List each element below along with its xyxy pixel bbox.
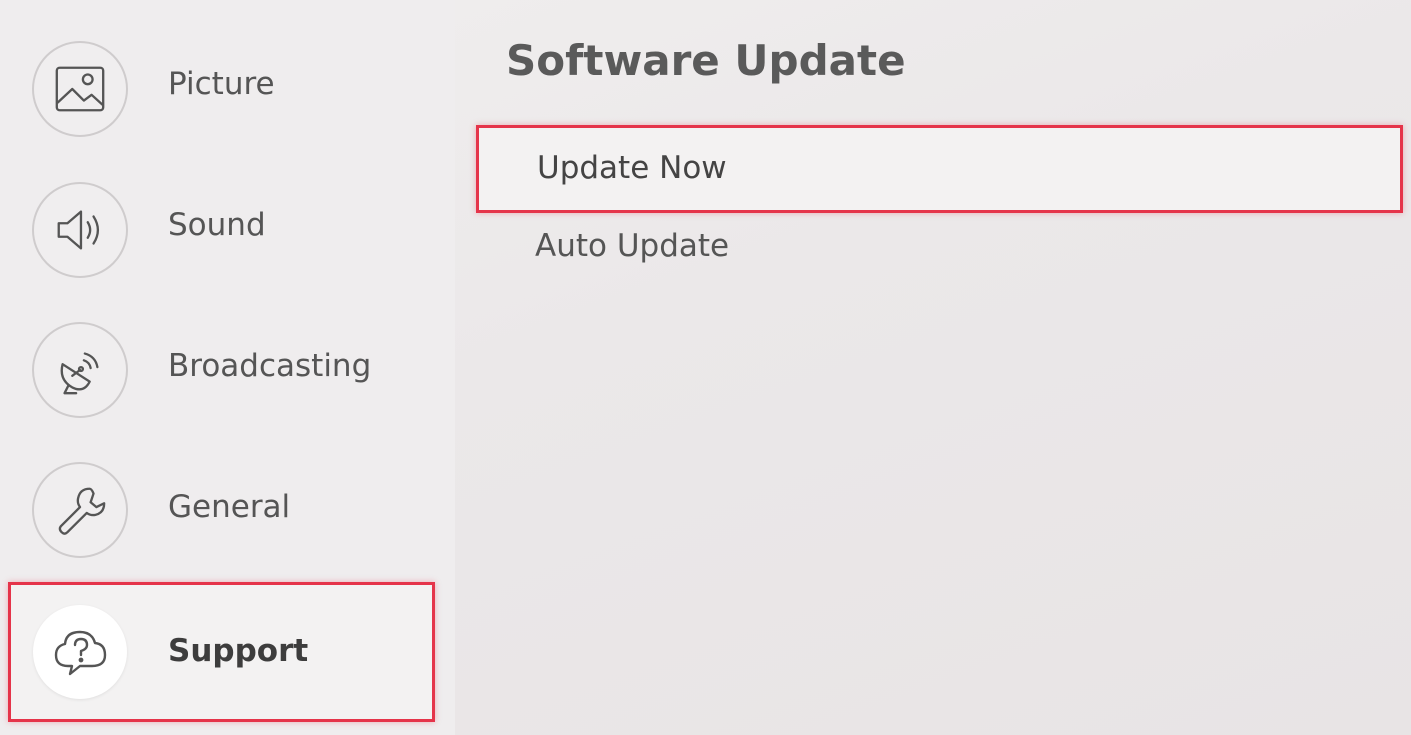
sidebar-item-label: Sound (168, 207, 266, 243)
update-now-option[interactable]: Update Now (476, 125, 1403, 213)
sidebar-item-label: Support (168, 633, 309, 669)
satellite-dish-icon (32, 322, 128, 418)
sidebar-item-label: General (168, 489, 291, 525)
settings-screen: Picture Sound Broadcasting General Suppo… (0, 0, 1411, 735)
page-title: Software Update (506, 36, 906, 85)
panel-background (455, 0, 1411, 735)
speaker-icon (32, 182, 128, 278)
sidebar-item-support[interactable]: Support (8, 582, 435, 722)
auto-update-option[interactable]: Auto Update (535, 228, 729, 264)
update-now-label: Update Now (537, 150, 727, 186)
sidebar-item-label: Broadcasting (168, 348, 372, 384)
wrench-icon (32, 462, 128, 558)
sidebar-item-general[interactable]: General (0, 0, 440, 558)
settings-sidebar: Picture Sound Broadcasting General Suppo… (0, 0, 455, 735)
software-update-panel: Software Update Update Now Auto Update (455, 0, 1411, 735)
help-cloud-icon (33, 605, 127, 699)
